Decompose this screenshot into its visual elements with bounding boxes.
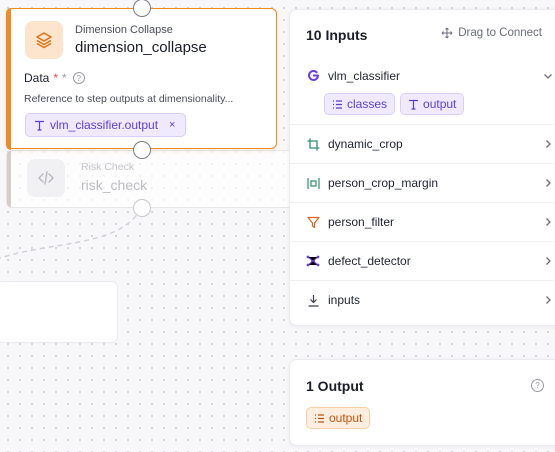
code-icon	[27, 159, 65, 197]
output-chip-classes[interactable]: classes	[324, 93, 396, 115]
chevron-right-icon[interactable]	[542, 294, 554, 306]
text-t-icon	[409, 99, 419, 110]
reference-chip[interactable]: vlm_classifier.output ×	[25, 113, 187, 137]
node-accent-bar	[5, 7, 11, 150]
list-icon	[315, 413, 324, 423]
reference-chip-label: vlm_classifier.output	[50, 118, 159, 132]
drag-to-connect-hint: Drag to Connect	[441, 27, 542, 39]
chevron-right-icon[interactable]	[542, 216, 554, 228]
help-icon[interactable]: ?	[72, 72, 85, 84]
output-port[interactable]	[133, 141, 151, 159]
input-item-label: vlm_classifier	[328, 68, 401, 83]
node-name: risk_check	[81, 177, 148, 193]
dimension-collapse-node[interactable]: Dimension Collapse dimension_collapse Da…	[5, 7, 277, 150]
crop-icon	[306, 137, 320, 151]
field-description: Reference to step outputs at dimensional…	[24, 93, 234, 105]
node-name: dimension_collapse	[75, 39, 207, 56]
data-field-label: Data * * ?	[24, 71, 85, 85]
chevron-right-icon[interactable]	[542, 177, 554, 189]
node-subtitle: Risk Check	[81, 161, 135, 173]
layers-icon	[25, 21, 63, 59]
inputs-panel-title: 10 Inputs	[306, 27, 368, 43]
required-marker: *	[53, 71, 59, 85]
list-icon	[333, 99, 342, 109]
input-item-dynamic-crop[interactable]: dynamic_crop	[290, 124, 554, 163]
asterisk-marker: *	[62, 71, 67, 85]
input-item-defect-detector[interactable]: defect_detector	[290, 241, 554, 280]
google-g-icon	[306, 69, 320, 83]
graph-icon	[306, 254, 320, 268]
margin-icon	[306, 176, 320, 190]
remove-reference-button[interactable]: ×	[169, 119, 175, 131]
input-item-person-filter[interactable]: person_filter	[290, 202, 554, 241]
chip-label: output	[329, 411, 363, 425]
chip-label: output	[423, 97, 457, 111]
workflow-canvas[interactable]: Risk Check risk_check Dimension Collapse…	[0, 0, 555, 452]
drag-hint-text: Drag to Connect	[458, 27, 542, 39]
inputs-panel: 10 Inputs Drag to Connect vlm_classifier…	[289, 9, 555, 326]
outputs-panel-title: 1 Output	[306, 378, 364, 394]
node-subtitle: Dimension Collapse	[75, 24, 173, 36]
input-item-label: defect_detector	[328, 254, 411, 268]
chevron-down-icon[interactable]	[542, 70, 554, 82]
input-item-label: person_crop_margin	[328, 176, 439, 190]
outputs-panel: 1 Output ? output	[289, 359, 555, 446]
risk-check-output-port[interactable]	[133, 199, 151, 217]
chip-label: classes	[347, 97, 388, 111]
output-chip-output[interactable]: output	[400, 93, 465, 115]
field-label-text: Data	[24, 71, 50, 85]
vlm-classifier-outputs: classes output	[324, 93, 465, 115]
input-item-inputs[interactable]: inputs	[290, 280, 554, 319]
input-item-label: dynamic_crop	[328, 137, 403, 151]
move-icon	[441, 27, 453, 39]
input-item-label: person_filter	[328, 215, 395, 229]
input-item-person-crop-margin[interactable]: person_crop_margin	[290, 163, 554, 202]
node-accent-bar	[7, 151, 11, 207]
input-item-vlm-classifier[interactable]: vlm_classifier	[290, 56, 554, 95]
text-t-icon	[35, 120, 44, 131]
chevron-right-icon[interactable]	[542, 255, 554, 267]
help-icon[interactable]: ?	[531, 379, 544, 392]
chevron-right-icon[interactable]	[542, 138, 554, 150]
output-chip[interactable]: output	[306, 407, 371, 429]
risk-check-node[interactable]: Risk Check risk_check	[6, 150, 306, 208]
background-node-stub[interactable]	[0, 281, 118, 343]
input-item-label: inputs	[328, 293, 361, 307]
filter-icon	[306, 215, 320, 229]
download-icon	[306, 293, 320, 307]
